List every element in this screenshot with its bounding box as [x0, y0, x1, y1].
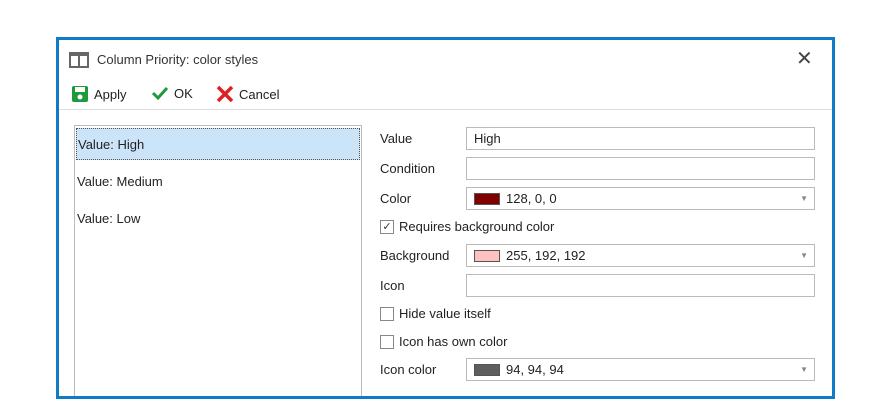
background-value: 255, 192, 192	[506, 248, 586, 263]
background-select[interactable]: 255, 192, 192 ▼	[466, 244, 815, 267]
background-swatch	[474, 249, 500, 262]
columns-icon	[69, 52, 89, 68]
icon-color-value: 94, 94, 94	[506, 362, 564, 377]
ok-button[interactable]: OK	[151, 85, 193, 101]
chevron-down-icon: ▼	[800, 194, 808, 203]
hide-value-label: Hide value itself	[399, 306, 491, 321]
icon-color-select[interactable]: 94, 94, 94 ▼	[466, 358, 815, 381]
color-styles-dialog: Column Priority: color styles ✕ Apply OK…	[56, 37, 835, 399]
hide-value-checkbox[interactable]: Hide value itself	[380, 306, 491, 321]
icon-input[interactable]	[466, 274, 815, 297]
x-icon	[216, 85, 234, 103]
color-select[interactable]: 128, 0, 0 ▼	[466, 187, 815, 210]
value-input[interactable]: High	[466, 127, 815, 150]
toolbar-divider	[59, 109, 832, 110]
background-label: Background	[380, 248, 450, 263]
icon-label: Icon	[380, 278, 405, 293]
icon-color-swatch	[474, 363, 500, 376]
close-button[interactable]: ✕	[796, 46, 813, 71]
list-item[interactable]: Value: High	[76, 128, 360, 160]
cancel-label: Cancel	[239, 86, 280, 102]
list-item[interactable]: Value: Low	[76, 203, 360, 235]
check-icon	[151, 86, 169, 101]
checkbox-icon	[380, 306, 394, 321]
value-label: Value	[380, 131, 413, 146]
icon-color-label: Icon color	[380, 362, 437, 377]
save-icon	[72, 86, 88, 102]
color-value: 128, 0, 0	[506, 191, 557, 206]
apply-label: Apply	[94, 86, 127, 102]
condition-label: Condition	[380, 161, 435, 176]
requires-bg-checkbox[interactable]: ✓ Requires background color	[380, 219, 554, 234]
requires-bg-label: Requires background color	[399, 219, 555, 234]
icon-own-color-checkbox[interactable]: Icon has own color	[380, 334, 507, 349]
values-list[interactable]: Value: High Value: Medium Value: Low	[74, 125, 362, 396]
chevron-down-icon: ▼	[800, 365, 808, 374]
list-item[interactable]: Value: Medium	[76, 166, 360, 198]
chevron-down-icon: ▼	[800, 251, 808, 260]
cancel-button[interactable]: Cancel	[216, 85, 279, 103]
color-swatch	[474, 192, 500, 205]
color-label: Color	[380, 191, 412, 206]
checkbox-icon	[380, 334, 394, 349]
checkbox-checked-icon: ✓	[380, 219, 394, 234]
dialog-title: Column Priority: color styles	[97, 52, 259, 67]
icon-own-color-label: Icon has own color	[399, 334, 508, 349]
condition-input[interactable]	[466, 157, 815, 180]
apply-button[interactable]: Apply	[71, 85, 127, 103]
ok-label: OK	[174, 85, 193, 101]
